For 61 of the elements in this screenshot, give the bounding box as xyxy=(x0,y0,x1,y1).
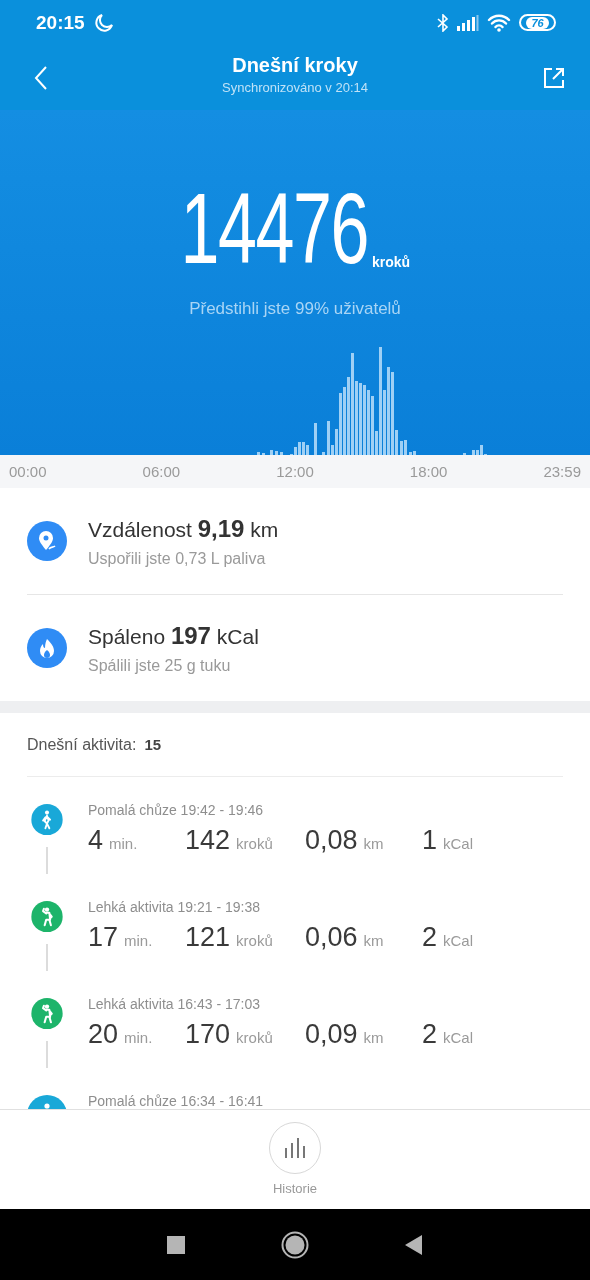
axis-label: 23:59 xyxy=(543,463,581,480)
sync-status: Synchronizováno v 20:14 xyxy=(222,80,368,95)
stat-unit: km xyxy=(363,1029,384,1046)
stat-value: 2 xyxy=(422,922,438,952)
battery-indicator: 76 xyxy=(519,14,556,31)
clock-time: 20:15 xyxy=(36,11,85,34)
histogram-bar xyxy=(322,452,325,455)
activity-title: Lehká aktivita 19:21 - 19:38 xyxy=(88,899,261,915)
stat-value: 0,08 xyxy=(305,825,358,855)
signal-icon xyxy=(457,14,479,31)
stat-value: 4 xyxy=(88,825,104,855)
axis-label: 18:00 xyxy=(409,463,448,480)
stat-unit: kroků xyxy=(236,835,273,852)
axis-label: 12:00 xyxy=(276,463,314,480)
bar-chart-icon xyxy=(284,1138,306,1158)
stat-value: 1 xyxy=(422,825,438,855)
activity-title: Pomalá chůze 19:42 - 19:46 xyxy=(88,802,265,818)
home-button[interactable] xyxy=(281,1231,309,1259)
stat-value: 121 xyxy=(185,922,231,952)
stat-value: 20 xyxy=(88,1019,119,1049)
summary-label: Vzdálenost 9,19 km xyxy=(88,514,279,543)
axis-label: 06:00 xyxy=(142,463,181,480)
summary-note: Uspořili jste 0,73 L paliva xyxy=(88,549,267,568)
histogram-bar xyxy=(314,423,317,455)
activity-title: Pomalá chůze 16:34 - 16:41 xyxy=(88,1093,264,1109)
comparison-text: Předstihli jste 99% uživatelů xyxy=(189,299,401,319)
moon-icon xyxy=(92,11,115,34)
bluetooth-icon xyxy=(437,13,449,32)
stat-unit: kroků xyxy=(236,1029,273,1046)
histogram-bar xyxy=(270,450,273,455)
stat-value: 170 xyxy=(185,1019,231,1049)
summary-note: Spálili jste 25 g tuku xyxy=(88,656,232,675)
stat-unit: kCal xyxy=(443,1029,474,1046)
activity-label: Dnešní aktivita: xyxy=(27,735,137,754)
stat-unit: kroků xyxy=(236,932,273,949)
activity-title: Lehká aktivita 16:43 - 17:03 xyxy=(88,996,261,1012)
stat-unit: km xyxy=(363,835,384,852)
wifi-icon xyxy=(487,13,511,32)
step-unit: kroků xyxy=(371,254,411,270)
histogram-bar xyxy=(280,452,283,455)
histogram-bar xyxy=(257,452,260,455)
back-nav-button[interactable] xyxy=(405,1235,423,1255)
summary-label: Spáleno 197 kCal xyxy=(88,621,259,650)
activity-count: 15 xyxy=(144,736,162,753)
page-title: Dnešní kroky xyxy=(232,54,358,77)
stat-value: 0,09 xyxy=(305,1019,358,1049)
step-count: 14476 xyxy=(180,180,368,276)
axis-label: 00:00 xyxy=(9,463,47,480)
stat-unit: min. xyxy=(124,932,153,949)
stat-unit: km xyxy=(363,932,384,949)
flame-icon xyxy=(27,628,67,668)
stat-value: 2 xyxy=(422,1019,438,1049)
stat-value: 142 xyxy=(185,825,231,855)
stat-value: 0,06 xyxy=(305,922,358,952)
stat-value: 17 xyxy=(88,922,119,952)
stat-unit: min. xyxy=(109,835,138,852)
location-pin-icon xyxy=(27,521,67,561)
stat-unit: kCal xyxy=(443,835,474,852)
histogram-bar xyxy=(275,451,278,455)
stat-unit: kCal xyxy=(443,932,474,949)
stat-unit: min. xyxy=(124,1029,153,1046)
